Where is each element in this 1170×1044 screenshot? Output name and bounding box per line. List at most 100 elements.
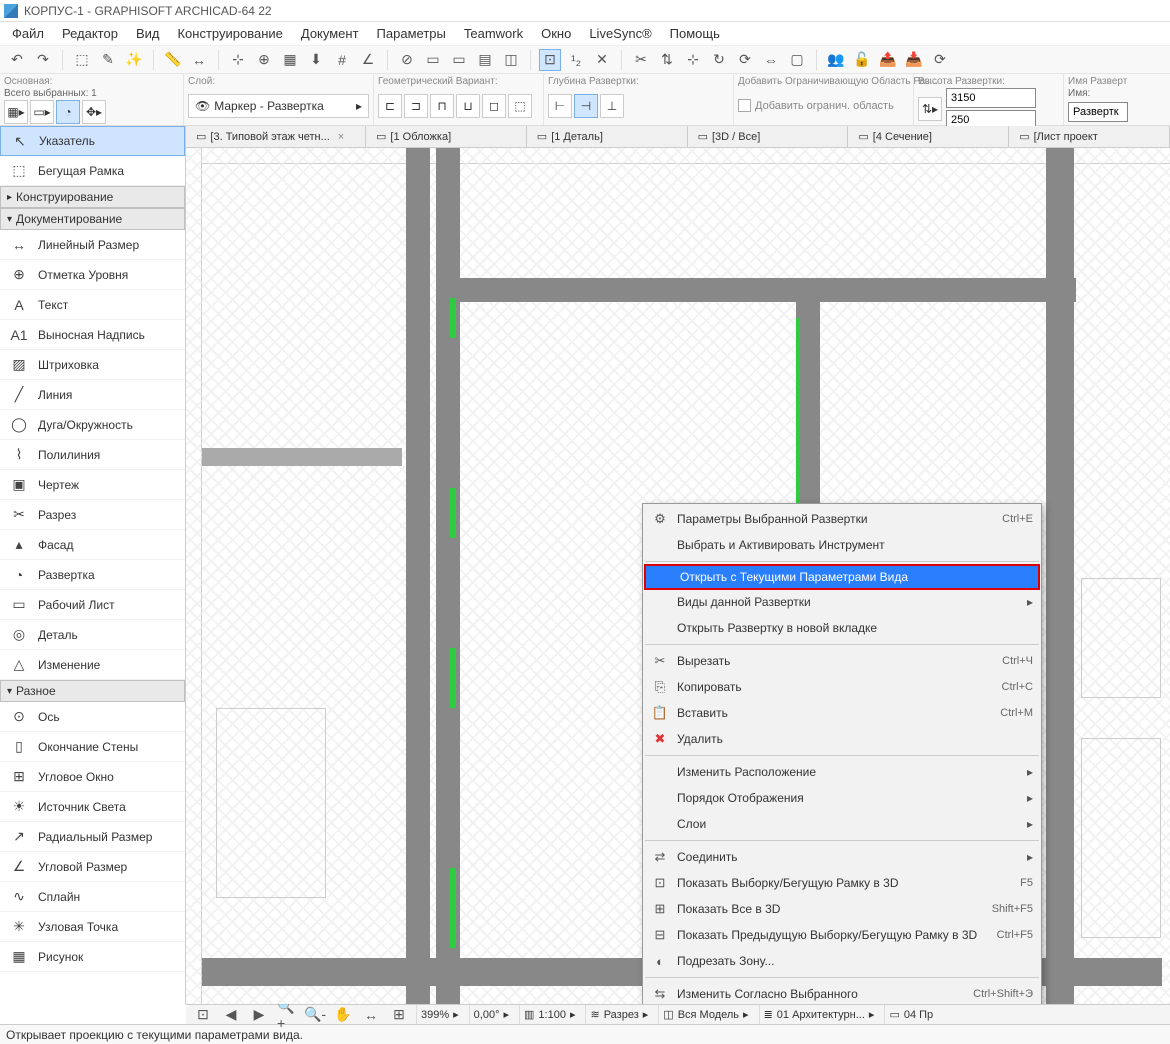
zoom-prev-icon[interactable]: ◀ xyxy=(220,1004,242,1026)
name-input[interactable] xyxy=(1068,102,1128,122)
settings-icon[interactable]: ▦▸ xyxy=(4,100,28,124)
team1-icon[interactable]: 👥 xyxy=(825,49,847,71)
edit-tool2-icon[interactable]: ⇅ xyxy=(656,49,678,71)
tool-item[interactable]: ↔Линейный Размер xyxy=(0,230,185,260)
ctx-item[interactable]: ◐Подрезать Зону... xyxy=(643,948,1041,974)
toolbox-header[interactable]: Документирование xyxy=(0,208,185,230)
drawing-canvas[interactable]: ⚙Параметры Выбранной РазверткиCtrl+EВыбр… xyxy=(186,148,1170,1004)
zoom-fit-icon[interactable]: ⊡ xyxy=(192,1004,214,1026)
ctx-item[interactable]: Выбрать и Активировать Инструмент xyxy=(643,532,1041,558)
team3-icon[interactable]: 📤 xyxy=(877,49,899,71)
toolbox-header[interactable]: Разное xyxy=(0,680,185,702)
tool-item[interactable]: ╱Линия xyxy=(0,380,185,410)
menu-design[interactable]: Конструирование xyxy=(169,24,290,43)
dim-tool2-icon[interactable]: ¹₂ xyxy=(565,49,587,71)
view-tab[interactable]: ▭[Лист проект xyxy=(1009,126,1170,147)
view-tab[interactable]: ▭[4 Сечение] xyxy=(848,126,1009,147)
tool-item[interactable]: ⊕Отметка Уровня xyxy=(0,260,185,290)
suspend-icon[interactable]: ⊘ xyxy=(396,49,418,71)
menu-edit[interactable]: Редактор xyxy=(54,24,126,43)
marker-mode-icon[interactable]: ◔ xyxy=(56,100,80,124)
tool-item[interactable]: ◔Развертка xyxy=(0,560,185,590)
team5-icon[interactable]: ⟳ xyxy=(929,49,951,71)
zoom-value[interactable]: 399% xyxy=(421,1009,449,1021)
tool-item[interactable]: ↗Радиальный Размер xyxy=(0,822,185,852)
ctx-item[interactable]: ✂ВырезатьCtrl+Ч xyxy=(643,648,1041,674)
grid-snap-icon[interactable]: # xyxy=(331,49,353,71)
tool-item[interactable]: A1Выносная Надпись xyxy=(0,320,185,350)
gravity-icon[interactable]: ⬇ xyxy=(305,49,327,71)
tool-item[interactable]: ☀Источник Света xyxy=(0,792,185,822)
layer-combo-value[interactable]: 01 Архитектурн... xyxy=(777,1009,865,1021)
zoom-extent-icon[interactable]: ↔ xyxy=(360,1004,382,1026)
height-link-icon[interactable]: ⇅▸ xyxy=(918,97,942,121)
team2-icon[interactable]: 🔓 xyxy=(851,49,873,71)
menu-window[interactable]: Окно xyxy=(533,24,579,43)
ctx-item[interactable]: Открыть Развертку в новой вкладке xyxy=(643,615,1041,641)
tool-item[interactable]: ↖Указатель xyxy=(0,126,185,156)
menu-teamwork[interactable]: Teamwork xyxy=(456,24,531,43)
mode-value[interactable]: Разрез xyxy=(604,1009,639,1021)
ctx-item[interactable]: Виды данной Развертки xyxy=(643,589,1041,615)
tool-item[interactable]: ▯Окончание Стены xyxy=(0,732,185,762)
menu-options[interactable]: Параметры xyxy=(369,24,454,43)
tool-item[interactable]: ✂Разрез xyxy=(0,500,185,530)
tool-item[interactable]: ▦Рисунок xyxy=(0,942,185,972)
dim-tool3-icon[interactable]: ✕ xyxy=(591,49,613,71)
pan-icon[interactable]: ✋ xyxy=(332,1004,354,1026)
ctx-item[interactable]: Порядок Отображения xyxy=(643,785,1041,811)
tool-item[interactable]: ∠Угловой Размер xyxy=(0,852,185,882)
menu-livesync[interactable]: LiveSync® xyxy=(581,24,659,43)
tool-item[interactable]: ⌇Полилиния xyxy=(0,440,185,470)
layer-dropdown[interactable]: 👁Маркер - Развертка ▸ xyxy=(188,94,369,118)
tool-item[interactable]: ✳Узловая Точка xyxy=(0,912,185,942)
view-tab[interactable]: ▭[1 Обложка] xyxy=(366,126,527,147)
ctx-item[interactable]: Слои xyxy=(643,811,1041,837)
tool-item[interactable]: △Изменение xyxy=(0,650,185,680)
tool-item[interactable]: ◎Деталь xyxy=(0,620,185,650)
trace-icon[interactable]: ▭ xyxy=(422,49,444,71)
depth-opt3-icon[interactable]: ⊥ xyxy=(600,94,624,118)
redo-icon[interactable]: ↷ xyxy=(32,49,54,71)
angle-value[interactable]: 0,00° xyxy=(474,1009,500,1021)
snap-icon[interactable]: ⊕ xyxy=(253,49,275,71)
eyedropper-icon[interactable]: ✎ xyxy=(97,49,119,71)
menu-document[interactable]: Документ xyxy=(293,24,367,43)
select-arrow-icon[interactable]: ▭▸ xyxy=(30,100,54,124)
layer-icon[interactable]: ▤ xyxy=(474,49,496,71)
edit-tool4-icon[interactable]: ↻ xyxy=(708,49,730,71)
guide-icon[interactable]: ⊹ xyxy=(227,49,249,71)
edit-tool1-icon[interactable]: ✂ xyxy=(630,49,652,71)
ctx-item[interactable]: ⎘КопироватьCtrl+C xyxy=(643,674,1041,700)
close-icon[interactable]: × xyxy=(338,131,344,143)
bound-checkbox[interactable] xyxy=(738,99,751,112)
ctx-item[interactable]: ⇄Соединить xyxy=(643,844,1041,870)
menu-file[interactable]: Файл xyxy=(4,24,52,43)
view-tab[interactable]: ▭[3D / Все] xyxy=(688,126,849,147)
zoom-next-icon[interactable]: ▶ xyxy=(248,1004,270,1026)
move-icon[interactable]: ✥▸ xyxy=(82,100,106,124)
tool-item[interactable]: AТекст xyxy=(0,290,185,320)
pick-icon[interactable]: ⬚ xyxy=(71,49,93,71)
trace2-icon[interactable]: ▭ xyxy=(448,49,470,71)
view-tab[interactable]: ▭[3. Типовой этаж четн...× xyxy=(186,126,366,147)
depth-opt1-icon[interactable]: ⊢ xyxy=(548,94,572,118)
ctx-item[interactable]: 📋ВставитьCtrl+M xyxy=(643,700,1041,726)
ctx-item[interactable]: ⇆Изменить Согласно ВыбранногоCtrl+Shift+… xyxy=(643,981,1041,1004)
edit-tool7-icon[interactable]: ▢ xyxy=(786,49,808,71)
tool-item[interactable]: ▨Штриховка xyxy=(0,350,185,380)
geom-opt5-icon[interactable]: ◻ xyxy=(482,94,506,118)
ruler-icon[interactable]: 📏 xyxy=(162,49,184,71)
dim-tool1-icon[interactable]: ⊡ xyxy=(539,49,561,71)
tool-item[interactable]: ⬚Бегущая Рамка xyxy=(0,156,185,186)
3d-cutaway-icon[interactable]: ◫ xyxy=(500,49,522,71)
geom-opt6-icon[interactable]: ⬚ xyxy=(508,94,532,118)
angle-icon[interactable]: ∠ xyxy=(357,49,379,71)
tool-item[interactable]: ▣Чертеж xyxy=(0,470,185,500)
edit-tool5-icon[interactable]: ⟳ xyxy=(734,49,756,71)
ctx-item[interactable]: ⊞Показать Все в 3DShift+F5 xyxy=(643,896,1041,922)
tool-item[interactable]: ▴Фасад xyxy=(0,530,185,560)
model-value[interactable]: Вся Модель xyxy=(678,1009,739,1021)
geom-opt1-icon[interactable]: ⊏ xyxy=(378,94,402,118)
view-tab[interactable]: ▭[1 Деталь] xyxy=(527,126,688,147)
